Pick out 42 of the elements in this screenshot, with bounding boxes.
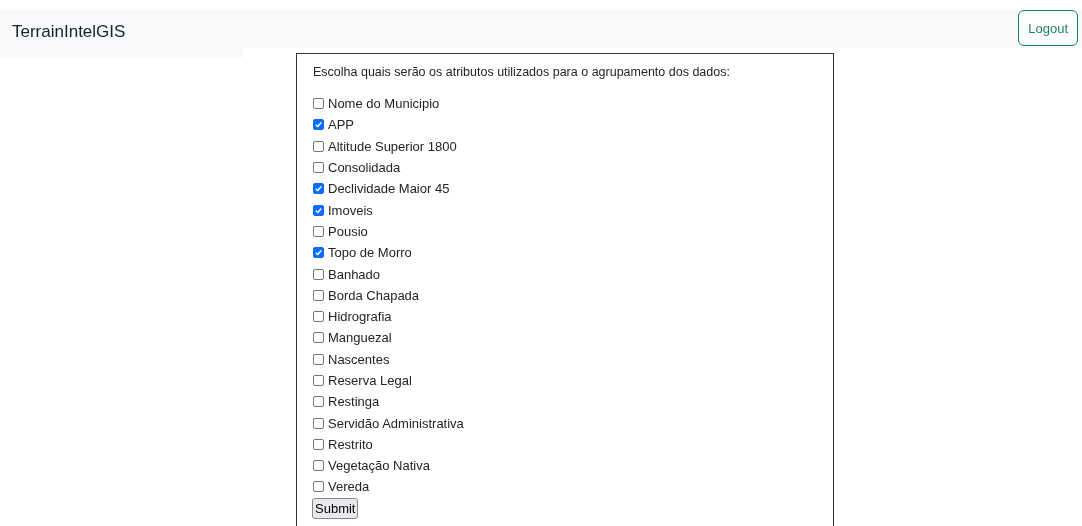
checkbox[interactable] bbox=[313, 183, 324, 195]
checkbox[interactable] bbox=[313, 375, 324, 386]
checkbox-label[interactable]: Hidrografia bbox=[328, 309, 392, 325]
checkbox[interactable] bbox=[313, 417, 324, 429]
checkbox-label[interactable]: Manguezal bbox=[328, 330, 392, 346]
checkbox-label[interactable]: APP bbox=[328, 117, 354, 133]
checkbox-label[interactable]: Consolidada bbox=[328, 160, 401, 176]
checkbox[interactable] bbox=[313, 332, 324, 344]
checkbox[interactable] bbox=[313, 396, 324, 408]
checkbox-label[interactable]: Declividade Maior 45 bbox=[328, 181, 450, 197]
checkbox[interactable] bbox=[313, 247, 324, 259]
brand-title[interactable]: TerrainIntelGIS bbox=[12, 22, 126, 42]
form-prompt: Escolha quais serão os atributos utilizados para o agrupamento dos dados: bbox=[313, 65, 731, 79]
checkbox[interactable] bbox=[313, 204, 324, 216]
checkbox-label[interactable]: Nome do Municipio bbox=[328, 96, 440, 112]
checkbox[interactable] bbox=[313, 98, 324, 110]
checkbox-label[interactable]: Restinga bbox=[328, 394, 380, 410]
checkbox-label[interactable]: Nascentes bbox=[328, 351, 390, 367]
checkbox[interactable] bbox=[313, 481, 324, 493]
checkbox-label[interactable]: Banhado bbox=[328, 266, 381, 282]
checkbox[interactable] bbox=[313, 225, 324, 237]
logout-button[interactable]: Logout bbox=[1018, 10, 1078, 46]
checkbox[interactable] bbox=[313, 311, 324, 323]
checkbox[interactable] bbox=[313, 289, 324, 301]
checkbox-label[interactable]: Reserva Legal bbox=[328, 373, 412, 388]
checkbox-label[interactable]: Servidão Administrativa bbox=[328, 415, 464, 431]
submit-button[interactable]: Submit bbox=[312, 497, 359, 519]
checkbox[interactable] bbox=[313, 460, 324, 472]
checkbox[interactable] bbox=[313, 438, 324, 450]
checkbox-label[interactable]: Borda Chapada bbox=[328, 287, 420, 303]
checkbox[interactable] bbox=[313, 140, 324, 152]
checkbox-label[interactable]: Imoveis bbox=[328, 202, 373, 218]
checkbox-label[interactable]: Topo de Morro bbox=[328, 245, 412, 261]
checkbox-label[interactable]: Altitude Superior 1800 bbox=[328, 138, 457, 154]
checkbox[interactable] bbox=[313, 353, 324, 365]
checkbox[interactable] bbox=[313, 162, 324, 174]
checkbox-label[interactable]: Vereda bbox=[328, 479, 370, 495]
checkbox-label[interactable]: Vegetação Nativa bbox=[328, 458, 430, 474]
checkbox-label[interactable]: Restrito bbox=[328, 436, 373, 452]
checkbox[interactable] bbox=[313, 119, 324, 131]
checkbox[interactable] bbox=[313, 268, 324, 280]
checkbox-label[interactable]: Pousio bbox=[328, 223, 368, 239]
